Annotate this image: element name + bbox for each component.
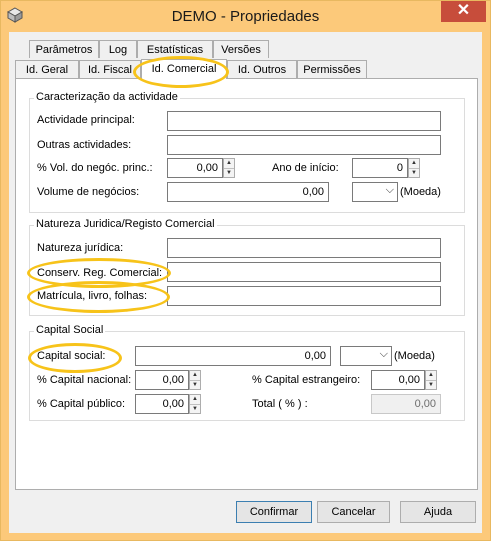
tab-id-outros[interactable]: Id. Outros (227, 60, 297, 78)
tab-log[interactable]: Log (99, 40, 137, 58)
actividade-principal-label: Actividade principal: (37, 114, 135, 126)
close-button[interactable]: ✕ (441, 1, 486, 22)
natureza-juridica-field[interactable] (167, 238, 441, 258)
capital-moeda-label: (Moeda) (394, 350, 435, 362)
capital-estrangeiro-stepper[interactable]: ▲ ▼ (425, 370, 437, 390)
tab-parametros[interactable]: Parâmetros (29, 40, 99, 58)
volume-negocios-field[interactable]: 0,00 (167, 182, 329, 202)
capital-publico-stepper[interactable]: ▲ ▼ (189, 394, 201, 414)
outras-actividades-label: Outras actividades: (37, 139, 132, 151)
spin-up-icon[interactable]: ▲ (224, 159, 234, 169)
spin-up-icon[interactable]: ▲ (190, 395, 200, 405)
group-caracterizacao-title: Caracterização da actividade (34, 91, 180, 103)
spin-down-icon[interactable]: ▼ (190, 405, 200, 414)
moeda-select[interactable]: ⌵ (352, 182, 398, 202)
spin-up-icon[interactable]: ▲ (409, 159, 419, 169)
group-natureza-title: Natureza Juridica/Registo Comercial (34, 218, 217, 230)
vol-negocio-stepper[interactable]: ▲ ▼ (223, 158, 235, 178)
vol-negocio-label: % Vol. do negóc. princ.: (37, 162, 153, 174)
tab-id-geral[interactable]: Id. Geral (15, 60, 79, 78)
tab-estatisticas[interactable]: Estatísticas (137, 40, 213, 58)
chevron-down-icon: ⌵ (385, 184, 394, 196)
capital-nacional-stepper[interactable]: ▲ ▼ (189, 370, 201, 390)
tab-versoes[interactable]: Versões (213, 40, 269, 58)
dialog-window: DEMO - Propriedades ✕ Parâmetros Log Est… (0, 0, 491, 541)
close-icon: ✕ (456, 2, 471, 19)
capital-estrangeiro-label: % Capital estrangeiro: (252, 374, 361, 386)
capital-estrangeiro-field[interactable]: 0,00 (371, 370, 425, 390)
spin-up-icon[interactable]: ▲ (426, 371, 436, 381)
ano-inicio-label: Ano de início: (272, 162, 339, 174)
capital-nacional-field[interactable]: 0,00 (135, 370, 189, 390)
tab-id-fiscal[interactable]: Id. Fiscal (79, 60, 141, 78)
capital-publico-field[interactable]: 0,00 (135, 394, 189, 414)
spin-down-icon[interactable]: ▼ (426, 381, 436, 390)
vol-negocio-field[interactable]: 0,00 (167, 158, 223, 178)
capital-nacional-label: % Capital nacional: (37, 374, 132, 386)
capital-social-field[interactable]: 0,00 (135, 346, 331, 366)
spin-up-icon[interactable]: ▲ (190, 371, 200, 381)
ano-inicio-stepper[interactable]: ▲ ▼ (408, 158, 420, 178)
volume-negocios-label: Volume de negócios: (37, 186, 140, 198)
conserv-reg-comercial-label: Conserv. Reg. Comercial: (37, 267, 163, 279)
outras-actividades-field[interactable] (167, 135, 441, 155)
group-capital-social-title: Capital Social (34, 324, 106, 336)
help-button[interactable]: Ajuda (400, 501, 476, 523)
ano-inicio-field[interactable]: 0 (352, 158, 408, 178)
moeda-label: (Moeda) (400, 186, 441, 198)
natureza-juridica-label: Natureza jurídica: (37, 242, 124, 254)
tab-id-comercial[interactable]: Id. Comercial (141, 59, 227, 79)
dialog-client: Parâmetros Log Estatísticas Versões Id. … (9, 32, 482, 533)
spin-down-icon[interactable]: ▼ (190, 381, 200, 390)
total-label: Total ( % ) : (252, 398, 308, 410)
chevron-down-icon: ⌵ (379, 348, 388, 360)
capital-social-label: Capital social: (37, 350, 106, 362)
spin-down-icon[interactable]: ▼ (409, 169, 419, 178)
actividade-principal-field[interactable] (167, 111, 441, 131)
conserv-reg-comercial-field[interactable] (167, 262, 441, 282)
spin-down-icon[interactable]: ▼ (224, 169, 234, 178)
title-bar[interactable]: DEMO - Propriedades ✕ (1, 1, 490, 31)
cancel-button[interactable]: Cancelar (317, 501, 390, 523)
confirm-button[interactable]: Confirmar (236, 501, 312, 523)
total-field: 0,00 (371, 394, 441, 414)
window-title: DEMO - Propriedades (171, 8, 320, 25)
matricula-field[interactable] (167, 286, 441, 306)
matricula-label: Matrícula, livro, folhas: (37, 290, 148, 302)
tab-panel-id-comercial: Caracterização da actividade Actividade … (15, 78, 478, 490)
capital-moeda-select[interactable]: ⌵ (340, 346, 392, 366)
tab-permissoes[interactable]: Permissões (297, 60, 367, 78)
capital-publico-label: % Capital público: (37, 398, 126, 410)
